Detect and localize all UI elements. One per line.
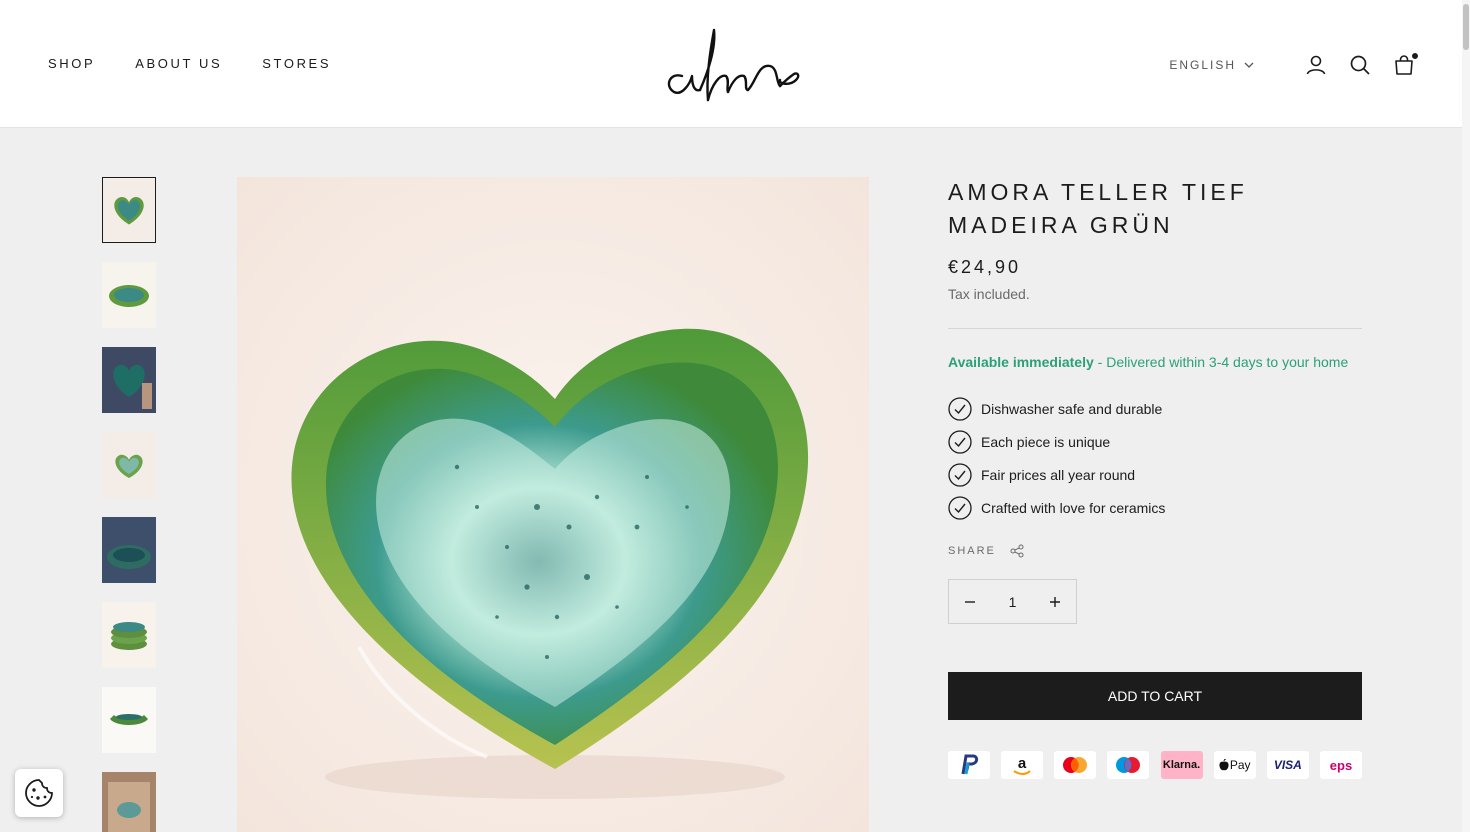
visa-label: VISA [1273, 758, 1302, 772]
availability-detail: - Delivered within 3-4 days to your home [1093, 354, 1349, 370]
feature-list: Dishwasher safe and durable Each piece i… [948, 392, 1362, 524]
feature-item: Each piece is unique [948, 425, 1362, 458]
svg-text:a: a [1018, 755, 1027, 772]
nav-about-us[interactable]: ABOUT US [135, 56, 222, 71]
feature-label: Crafted with love for ceramics [981, 499, 1166, 516]
feature-item: Dishwasher safe and durable [948, 392, 1362, 425]
thumbnail-1[interactable] [102, 177, 156, 243]
heart-plate-image [237, 177, 869, 832]
cart-indicator-dot [1411, 52, 1419, 60]
thumbnail-3[interactable] [102, 347, 156, 413]
minus-icon [965, 600, 975, 603]
plus-icon [1049, 596, 1060, 607]
thumbnail-4[interactable] [102, 432, 156, 498]
quantity-input[interactable]: 1 [1009, 594, 1017, 610]
brand-logo[interactable] [660, 22, 804, 106]
main-nav: SHOP ABOUT US STORES [48, 56, 331, 71]
nav-stores[interactable]: STORES [262, 56, 331, 71]
amazon-pay-icon: a [1001, 751, 1044, 779]
nav-shop[interactable]: SHOP [48, 56, 95, 71]
language-label: ENGLISH [1169, 58, 1236, 72]
scrollbar-thumb[interactable] [1463, 4, 1469, 50]
availability-strong: Available immediately [948, 354, 1094, 370]
thumbnail-list [102, 177, 158, 832]
feature-label: Dishwasher safe and durable [981, 400, 1163, 417]
mastercard-icon [1054, 751, 1097, 779]
feature-label: Fair prices all year round [981, 466, 1136, 483]
product-info: AMORA TELLER TIEF MADEIRA GRÜN €24,90 Ta… [948, 176, 1362, 779]
thumbnail-6[interactable] [102, 602, 156, 668]
language-selector[interactable]: ENGLISH [1169, 58, 1254, 72]
check-circle-icon [948, 396, 972, 421]
feature-item: Crafted with love for ceramics [948, 491, 1362, 524]
account-icon[interactable] [1304, 53, 1328, 77]
share-icon [1010, 544, 1024, 558]
cart-icon[interactable] [1392, 52, 1419, 77]
product-price: €24,90 [948, 257, 1022, 277]
apple-pay-icon: Pay [1213, 751, 1256, 779]
share-button[interactable]: SHARE [948, 544, 1362, 558]
site-header: SHOP ABOUT US STORES ENGLISH [0, 0, 1462, 128]
eps-label: eps [1329, 757, 1353, 773]
cookie-icon [25, 779, 53, 807]
thumbnail-2[interactable] [102, 262, 156, 328]
tax-note: Tax included. [948, 286, 1030, 302]
page-scrollbar[interactable] [1462, 0, 1470, 832]
chevron-down-icon [1244, 62, 1254, 68]
maestro-icon [1107, 751, 1150, 779]
search-icon[interactable] [1348, 53, 1372, 77]
check-circle-icon [948, 495, 972, 520]
visa-icon: VISA [1266, 751, 1309, 779]
add-to-cart-button[interactable]: ADD TO CART [948, 672, 1362, 720]
increase-quantity-button[interactable] [1034, 580, 1076, 623]
alma-logo-script [667, 28, 800, 102]
thumbnail-5[interactable] [102, 517, 156, 583]
product-main-image[interactable] [237, 177, 869, 832]
availability-text: Available immediately - Delivered within… [948, 354, 1362, 370]
thumbnail-8[interactable] [102, 772, 156, 832]
check-circle-icon [948, 429, 972, 454]
thumbnail-7[interactable] [102, 687, 156, 753]
share-label: SHARE [948, 545, 996, 557]
cookie-settings-button[interactable] [15, 769, 63, 817]
divider [948, 328, 1362, 329]
payment-methods: a Klarna. Pay VISA eps [948, 751, 1362, 779]
klarna-label: Klarna. [1162, 759, 1201, 771]
feature-label: Each piece is unique [981, 433, 1111, 450]
apple-pay-label: Pay [1229, 758, 1251, 772]
header-actions: ENGLISH [1169, 50, 1419, 80]
quantity-stepper: 1 [948, 579, 1077, 624]
product-title: AMORA TELLER TIEF MADEIRA GRÜN [948, 179, 1248, 238]
paypal-icon [948, 751, 990, 779]
eps-icon: eps [1319, 751, 1362, 779]
klarna-icon: Klarna. [1160, 751, 1203, 779]
feature-item: Fair prices all year round [948, 458, 1362, 491]
check-circle-icon [948, 462, 972, 487]
decrease-quantity-button[interactable] [949, 580, 991, 623]
